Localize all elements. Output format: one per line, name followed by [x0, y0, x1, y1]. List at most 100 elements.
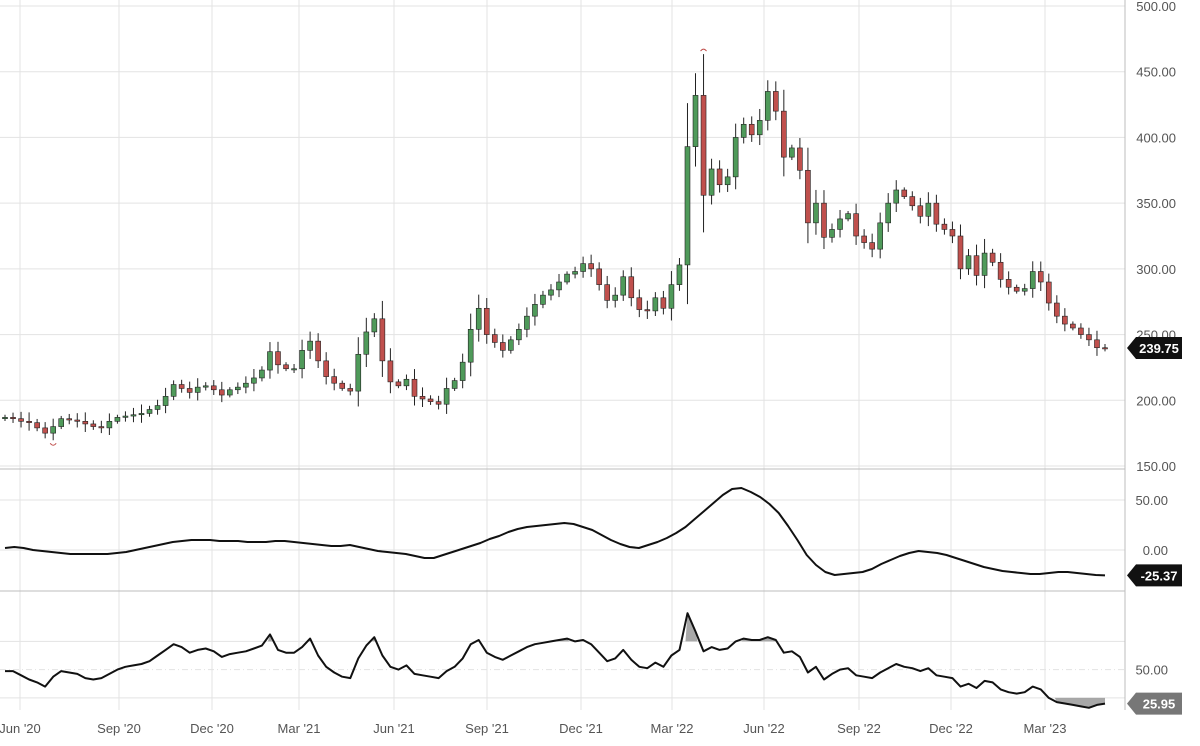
oscillator-y-tick-label: 50.00 [1135, 493, 1168, 508]
candle-body [989, 252, 996, 263]
candle [941, 218, 948, 235]
candle [564, 271, 570, 285]
candle [925, 192, 932, 227]
candle-body [965, 255, 972, 270]
candle-body [427, 398, 434, 402]
price-candles [2, 48, 1108, 446]
candle-body [283, 364, 289, 370]
candle [692, 73, 699, 167]
candle [283, 362, 289, 372]
candle-body [18, 418, 24, 422]
candle [459, 353, 466, 389]
price-panel: 150.00200.00250.00300.00350.00400.00450.… [0, 0, 1176, 474]
candle [347, 383, 354, 396]
candle [122, 411, 129, 422]
candle-body [596, 268, 602, 285]
candle-body [202, 385, 209, 388]
candle [323, 352, 329, 385]
candle-body [877, 222, 883, 250]
candle-body [26, 421, 32, 423]
candle [491, 328, 498, 348]
candle [1054, 295, 1060, 324]
candle-body [789, 147, 795, 158]
candle [773, 81, 779, 121]
candle [1046, 273, 1052, 311]
candle-body [419, 396, 426, 400]
candle [154, 399, 161, 415]
candle-body [379, 318, 386, 362]
candle-body [451, 380, 458, 389]
candle [186, 381, 193, 399]
candle-body [636, 297, 643, 310]
rsi-last-value-tag: 25.95 [1127, 692, 1182, 715]
candle-body [580, 263, 586, 272]
candle-body [1046, 281, 1052, 304]
candle-body [2, 417, 8, 419]
candle-body [524, 315, 530, 330]
candle-body [459, 361, 466, 381]
candle [548, 284, 554, 301]
candle [1013, 284, 1020, 294]
candle-body [997, 261, 1004, 280]
candle-body [941, 223, 948, 230]
candle-body [805, 169, 811, 224]
candle [395, 379, 402, 389]
candle-body [347, 388, 354, 392]
candle [291, 364, 297, 374]
candle-body [194, 386, 201, 393]
candle-body [58, 418, 64, 427]
candle [845, 211, 851, 222]
candle [275, 341, 281, 374]
candle [130, 407, 137, 423]
rsi-y-axis: 50.00 [1135, 663, 1168, 678]
x-tick-label: Sep '21 [465, 721, 509, 736]
candle [989, 248, 996, 267]
candle [467, 313, 474, 377]
candle-body [227, 389, 233, 396]
candle-body [508, 339, 514, 351]
candle-body [90, 423, 97, 427]
candle [315, 333, 321, 369]
candle [821, 190, 827, 250]
candle [1037, 261, 1044, 291]
candle [267, 342, 273, 379]
rsi-last-value-tag-label: 25.95 [1143, 697, 1176, 712]
candle [379, 300, 386, 377]
candle-body [764, 91, 771, 121]
candle-body [1086, 334, 1092, 341]
candle-body [387, 360, 394, 383]
candle [829, 223, 835, 243]
candle-body [909, 196, 916, 207]
candle [419, 387, 426, 408]
candle-body [973, 255, 980, 276]
candle [42, 422, 48, 439]
candle-body [773, 91, 779, 112]
x-tick-label: Jun '20 [0, 721, 41, 736]
candle-body [572, 271, 578, 275]
candle [427, 395, 434, 405]
candle [1029, 261, 1036, 298]
candle-body [154, 405, 161, 410]
candle-body [395, 381, 402, 387]
candle [789, 144, 795, 161]
rsi-panel: 50.00 [0, 612, 1168, 709]
candle-body [620, 276, 627, 296]
candle-body [756, 120, 763, 136]
candle [797, 138, 803, 180]
candle [532, 293, 538, 326]
candle [299, 339, 305, 379]
candle [66, 413, 73, 425]
candle-body [235, 386, 241, 391]
candle-body [556, 281, 562, 291]
x-tick-label: Sep '22 [837, 721, 881, 736]
candle-body [612, 294, 619, 301]
candle [508, 336, 514, 354]
candle [781, 89, 787, 177]
candle-body [1013, 286, 1020, 292]
candle [837, 209, 843, 238]
candle [893, 180, 900, 213]
candle [660, 290, 667, 315]
candle-body [917, 205, 924, 217]
candle [957, 224, 964, 280]
candle [58, 415, 64, 430]
